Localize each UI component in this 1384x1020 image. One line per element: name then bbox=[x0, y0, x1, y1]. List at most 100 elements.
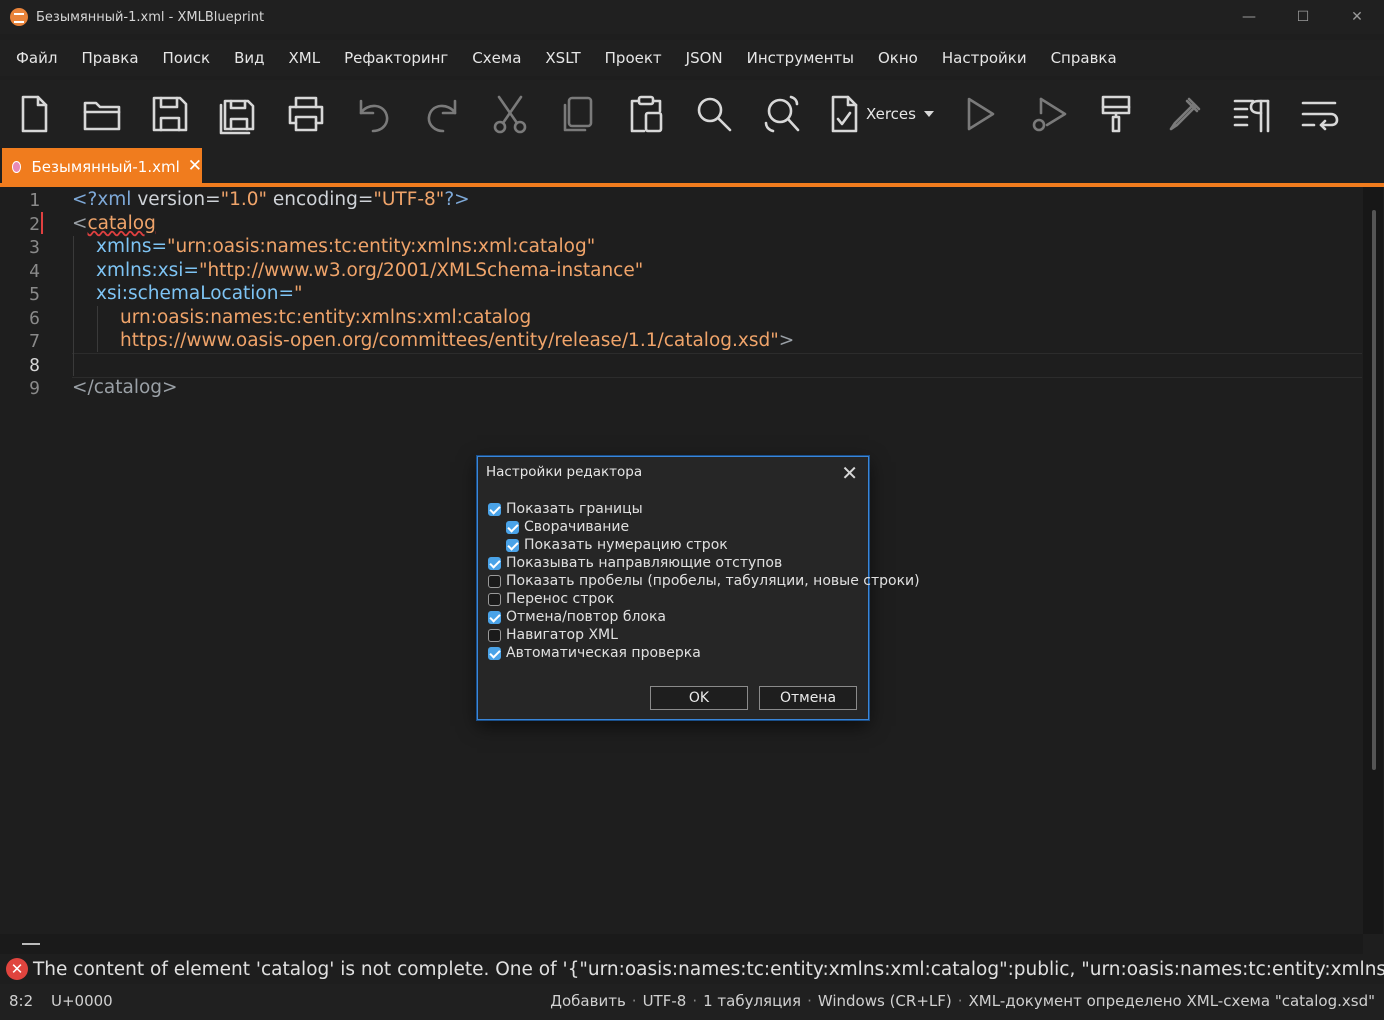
color-picker-button[interactable] bbox=[1150, 80, 1218, 148]
checkbox-unchecked[interactable] bbox=[488, 574, 501, 588]
redo-button[interactable] bbox=[408, 80, 476, 148]
menu-project[interactable]: Проект bbox=[593, 49, 674, 67]
option-indent-guides[interactable]: Показывать направляющие отступов bbox=[488, 555, 782, 571]
editor-settings-dialog: Настройки редактора ✕ Показать границы С… bbox=[477, 456, 920, 720]
close-window-button[interactable]: ✕ bbox=[1330, 0, 1384, 34]
vertical-scroll-thumb[interactable] bbox=[1372, 210, 1376, 770]
save-button[interactable] bbox=[136, 80, 204, 148]
checkbox-checked[interactable] bbox=[506, 520, 519, 534]
tab-document[interactable]: Безымянный-1.xml ✕ bbox=[2, 148, 202, 185]
validator-label: Xerces bbox=[866, 105, 916, 123]
menu-help[interactable]: Справка bbox=[1039, 49, 1129, 67]
checkbox-unchecked[interactable] bbox=[488, 628, 501, 642]
line-number: 9 bbox=[29, 378, 40, 399]
word-wrap-button[interactable] bbox=[1286, 80, 1354, 148]
option-folding[interactable]: Сворачивание bbox=[506, 519, 629, 535]
menu-settings[interactable]: Настройки bbox=[930, 49, 1039, 67]
line-number: 4 bbox=[29, 261, 40, 282]
save-all-button[interactable] bbox=[204, 80, 272, 148]
checkbox-checked[interactable] bbox=[488, 610, 501, 624]
menu-search[interactable]: Поиск bbox=[151, 49, 223, 67]
line-endings[interactable]: Windows (CR+LF) bbox=[818, 992, 952, 1010]
open-button[interactable] bbox=[68, 80, 136, 148]
validate-icon bbox=[831, 95, 858, 133]
format-icon bbox=[1101, 95, 1131, 133]
option-word-wrap[interactable]: Перенос строк bbox=[488, 591, 614, 607]
code-line-2: <catalog bbox=[72, 213, 156, 234]
menu-xml[interactable]: XML bbox=[276, 49, 332, 67]
formatting-marks-button[interactable] bbox=[1218, 80, 1286, 148]
print-button[interactable] bbox=[272, 80, 340, 148]
line-number: 2 bbox=[29, 214, 40, 235]
replace-button[interactable] bbox=[748, 80, 816, 148]
code-line-4: xmlns:xsi="http://www.w3.org/2001/XMLSch… bbox=[96, 260, 644, 281]
code-line-3: xmlns="urn:oasis:names:tc:entity:xmlns:x… bbox=[96, 236, 596, 257]
paste-button[interactable] bbox=[612, 80, 680, 148]
redo-icon bbox=[427, 99, 457, 133]
checkbox-checked[interactable] bbox=[488, 646, 501, 660]
menu-xslt[interactable]: XSLT bbox=[533, 49, 592, 67]
format-button[interactable] bbox=[1082, 80, 1150, 148]
maximize-button[interactable]: ☐ bbox=[1276, 0, 1330, 34]
option-show-whitespace[interactable]: Показать пробелы (пробелы, табуляции, но… bbox=[488, 573, 920, 589]
undo-button[interactable] bbox=[340, 80, 408, 148]
tab-bar: Безымянный-1.xml ✕ bbox=[0, 148, 1384, 186]
copy-button[interactable] bbox=[544, 80, 612, 148]
dialog-close-button[interactable]: ✕ bbox=[841, 461, 858, 485]
error-panel[interactable]: ✕ The content of element 'catalog' is no… bbox=[0, 954, 1384, 984]
new-file-button[interactable] bbox=[0, 80, 68, 148]
indentation[interactable]: 1 табуляция bbox=[703, 992, 801, 1010]
option-xml-navigator[interactable]: Навигатор XML bbox=[488, 627, 618, 643]
menu-edit[interactable]: Правка bbox=[69, 49, 150, 67]
option-block-undo[interactable]: Отмена/повтор блока bbox=[488, 609, 666, 625]
checkbox-checked[interactable] bbox=[488, 502, 501, 516]
horizontal-scroll-thumb[interactable] bbox=[22, 943, 40, 945]
replace-icon bbox=[764, 95, 800, 133]
option-auto-validate[interactable]: Автоматическая проверка bbox=[488, 645, 701, 661]
debug-icon bbox=[1032, 97, 1067, 132]
checkbox-checked[interactable] bbox=[506, 538, 519, 552]
title-bar: Безымянный-1.xml - XMLBlueprint — ☐ ✕ bbox=[0, 0, 1384, 34]
menu-schema[interactable]: Схема bbox=[460, 49, 533, 67]
status-bar: 8:2 U+0000 Добавить · UTF-8 · 1 табуляция · Wi… bbox=[0, 984, 1384, 1020]
run-button[interactable] bbox=[946, 80, 1014, 148]
validate-dropdown[interactable]: Xerces bbox=[816, 80, 946, 148]
menu-file[interactable]: Файл bbox=[0, 49, 69, 67]
search-button[interactable] bbox=[680, 80, 748, 148]
ok-button[interactable]: OK bbox=[650, 686, 748, 710]
status-right: Добавить · UTF-8 · 1 табуляция · Windows (CR+L… bbox=[550, 992, 1375, 1010]
save-icon bbox=[152, 96, 188, 132]
new-file-icon bbox=[21, 95, 48, 133]
open-folder-icon bbox=[83, 101, 121, 131]
minimize-button[interactable]: — bbox=[1222, 0, 1276, 34]
menu-tools[interactable]: Инструменты bbox=[735, 49, 866, 67]
indent-guide bbox=[73, 236, 74, 376]
code-line-1: <?xml version="1.0" encoding="UTF-8"?> bbox=[72, 189, 470, 210]
error-message: The content of element 'catalog' is not … bbox=[33, 958, 1384, 980]
undo-icon bbox=[359, 99, 389, 133]
encoding[interactable]: UTF-8 bbox=[643, 992, 687, 1010]
menu-window[interactable]: Окно bbox=[866, 49, 930, 67]
toolbar: Xerces bbox=[0, 80, 1384, 148]
line-number: 1 bbox=[29, 190, 40, 211]
checkbox-unchecked[interactable] bbox=[488, 592, 501, 606]
paste-icon bbox=[630, 95, 663, 133]
menu-view[interactable]: Вид bbox=[222, 49, 276, 67]
option-line-numbers[interactable]: Показать нумерацию строк bbox=[506, 537, 728, 553]
debug-button[interactable] bbox=[1014, 80, 1082, 148]
search-icon bbox=[697, 97, 732, 132]
cut-button[interactable] bbox=[476, 80, 544, 148]
tab-close-button[interactable]: ✕ bbox=[188, 158, 202, 175]
eyedropper-icon bbox=[1169, 97, 1201, 131]
horizontal-scrollbar[interactable] bbox=[0, 934, 1363, 954]
menu-json[interactable]: JSON bbox=[674, 49, 735, 67]
schema-info[interactable]: XML-документ определено XML-схема "catal… bbox=[969, 992, 1375, 1010]
menu-bar: Файл Правка Поиск Вид XML Рефакторинг Сх… bbox=[0, 40, 1384, 76]
checkbox-checked[interactable] bbox=[488, 556, 501, 570]
cancel-button[interactable]: Отмена bbox=[759, 686, 857, 710]
insert-mode[interactable]: Добавить bbox=[550, 992, 626, 1010]
option-show-borders[interactable]: Показать границы bbox=[488, 501, 643, 517]
line-number: 3 bbox=[29, 237, 40, 258]
menu-refactoring[interactable]: Рефакторинг bbox=[332, 49, 460, 67]
tab-label: Безымянный-1.xml bbox=[31, 157, 180, 176]
